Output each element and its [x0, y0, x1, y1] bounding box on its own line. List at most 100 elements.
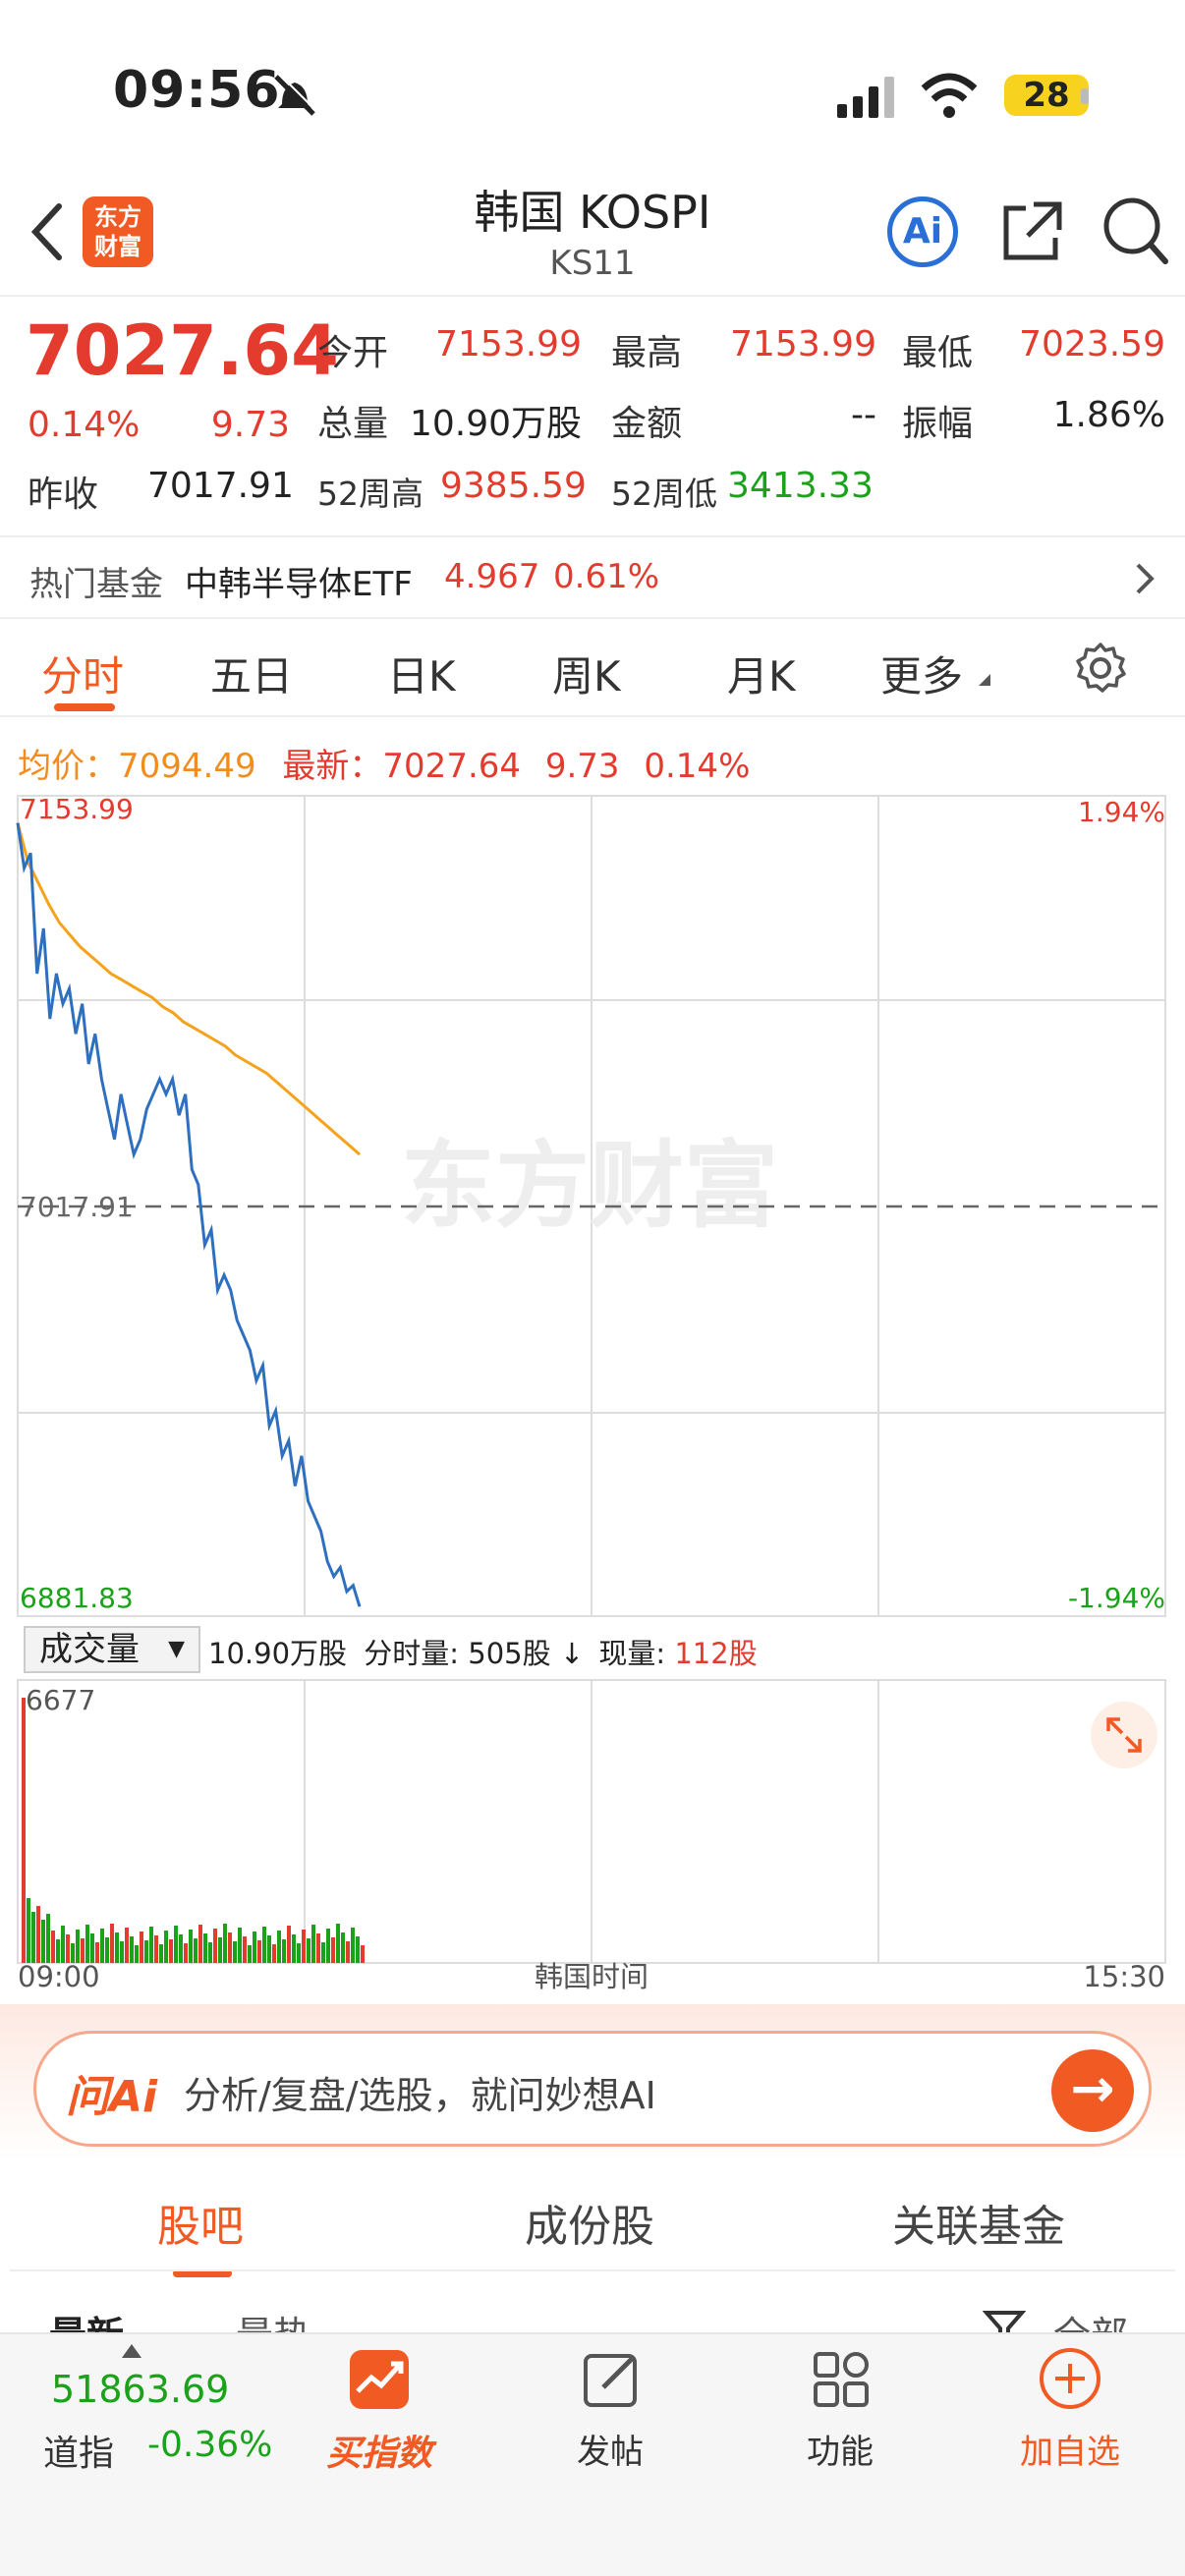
- volume-bar: [46, 1914, 50, 1963]
- hot-fund-bar[interactable]: 热门基金 中韩半导体ETF 4.967 0.61%: [0, 535, 1185, 619]
- watermark: 东方财富: [401, 1131, 778, 1241]
- hot-fund-price: 4.967: [444, 557, 540, 596]
- amount-label: 金额: [611, 404, 683, 444]
- ai-brand: 问Ai: [66, 2072, 158, 2122]
- volume-bar: [243, 1936, 247, 1963]
- battery-tip: [1081, 88, 1089, 104]
- latest-value: 7027.64: [382, 747, 522, 786]
- volume-bar: [90, 1933, 94, 1963]
- volume-bar: [85, 1925, 89, 1963]
- tab-daily-k[interactable]: 日K: [387, 644, 456, 703]
- volume-bar: [233, 1941, 237, 1963]
- volume-bar: [267, 1935, 271, 1963]
- volume-bar: [184, 1943, 188, 1963]
- volume-bar: [282, 1939, 286, 1963]
- volume-bar: [22, 1698, 26, 1963]
- tab-more[interactable]: 更多: [880, 644, 963, 703]
- index-name[interactable]: 道指: [43, 2425, 114, 2476]
- functions-label[interactable]: 功能: [757, 2425, 924, 2473]
- status-time: 09:56: [113, 61, 281, 120]
- volume-bar: [213, 1929, 217, 1963]
- latest-label: 最新：: [282, 747, 383, 786]
- post-icon[interactable]: [580, 2348, 643, 2411]
- volume-bar: [41, 1920, 45, 1963]
- period-volume-value: 505股: [468, 1637, 551, 1670]
- share-icon[interactable]: [998, 196, 1067, 265]
- add-watch-icon[interactable]: [1038, 2346, 1102, 2411]
- latest-change: 9.73: [544, 747, 620, 786]
- volume-bar: [287, 1926, 291, 1963]
- low-value: 7023.59: [1019, 324, 1165, 364]
- ai-button[interactable]: Ai: [887, 196, 958, 267]
- post-label[interactable]: 发帖: [527, 2425, 694, 2473]
- volume-bar: [262, 1927, 266, 1963]
- volume-bar: [149, 1927, 153, 1963]
- volume-bar: [341, 1932, 345, 1963]
- hot-fund-label: 热门基金: [29, 565, 163, 604]
- low-label: 最低: [902, 333, 974, 373]
- volume-bar: [272, 1944, 276, 1963]
- ai-query-input[interactable]: 问Ai 分析/复盘/选股，就问妙想AI: [33, 2031, 1152, 2147]
- tab-guba[interactable]: 股吧: [157, 2191, 244, 2254]
- signal-icon: [837, 77, 894, 118]
- volume-bar: [31, 1912, 35, 1963]
- wk52-high-label: 52周高: [317, 475, 423, 513]
- volume-bar: [27, 1898, 30, 1963]
- tab-constituents[interactable]: 成份股: [525, 2191, 654, 2254]
- volume-bar: [228, 1932, 232, 1963]
- hot-fund-pct: 0.61%: [553, 557, 660, 596]
- chevron-right-icon: [1136, 563, 1155, 594]
- index-up-triangle-icon: [122, 2344, 141, 2358]
- volume-bar: [346, 1941, 350, 1963]
- index-value[interactable]: 51863.69: [51, 2368, 229, 2411]
- volume-bar: [326, 1929, 330, 1963]
- down-arrow-icon: ↓: [559, 1637, 585, 1670]
- tab-related-funds[interactable]: 关联基金: [892, 2191, 1065, 2254]
- open-value: 7153.99: [435, 324, 582, 364]
- change-value: 9.73: [210, 405, 290, 445]
- volume-bar: [159, 1944, 163, 1963]
- tab-five-day[interactable]: 五日: [210, 644, 293, 703]
- volume-bar: [135, 1945, 139, 1963]
- volume-total: 10.90万股: [208, 1637, 348, 1670]
- now-volume-value: 112股: [674, 1637, 758, 1670]
- settings-icon[interactable]: [1073, 641, 1128, 696]
- tab-weekly-k[interactable]: 周K: [552, 644, 621, 703]
- buy-index-icon[interactable]: [348, 2348, 411, 2411]
- current-price: 7027.64: [26, 310, 339, 391]
- amplitude-label: 振幅: [902, 404, 974, 444]
- latest-pct: 0.14%: [644, 747, 751, 786]
- volume-bar: [179, 1934, 183, 1963]
- indicator-select[interactable]: 成交量 ▼: [24, 1626, 200, 1673]
- tab-monthly-k[interactable]: 月K: [727, 644, 796, 703]
- volume-bar: [100, 1929, 104, 1963]
- now-volume-label: 现量:: [598, 1637, 666, 1670]
- volume-bar: [76, 1930, 80, 1963]
- ai-submit-button[interactable]: →: [1051, 2049, 1134, 2132]
- volume-bar: [36, 1906, 40, 1963]
- prev-close-label: 昨收: [28, 475, 99, 515]
- y-mid-label: 7017.91: [20, 1191, 134, 1223]
- volume-bar: [51, 1931, 55, 1963]
- wk52-low-value: 3413.33: [727, 466, 874, 506]
- volume-bar: [302, 1930, 306, 1963]
- buy-index-label[interactable]: 买指数: [295, 2425, 464, 2476]
- volume-bar: [218, 1937, 222, 1963]
- search-icon[interactable]: [1100, 195, 1169, 267]
- volume-bar: [311, 1925, 315, 1963]
- index-pct[interactable]: -0.36%: [147, 2425, 272, 2465]
- y-bottom-label: 6881.83: [20, 1582, 134, 1614]
- volume-label: 总量: [317, 404, 389, 444]
- intraday-chart[interactable]: 东方财富 7153.99 7017.91 6881.83 1.94% -1.94…: [0, 786, 1185, 2004]
- x-mid-label: 韩国时间: [535, 1960, 649, 1993]
- volume-bar: [321, 1942, 325, 1963]
- tab-intraday[interactable]: 分时: [41, 644, 124, 703]
- volume-bar: [198, 1925, 202, 1963]
- volume-info: 10.90万股 分时量: 505股 ↓ 现量: 112股: [208, 1631, 758, 1672]
- add-watch-label[interactable]: 加自选: [987, 2425, 1154, 2473]
- volume-bar: [307, 1938, 310, 1963]
- volume-bar: [292, 1934, 296, 1963]
- expand-button-bg[interactable]: [1091, 1702, 1157, 1768]
- select-arrow-icon: ▼: [168, 1637, 185, 1661]
- functions-icon[interactable]: [810, 2348, 873, 2411]
